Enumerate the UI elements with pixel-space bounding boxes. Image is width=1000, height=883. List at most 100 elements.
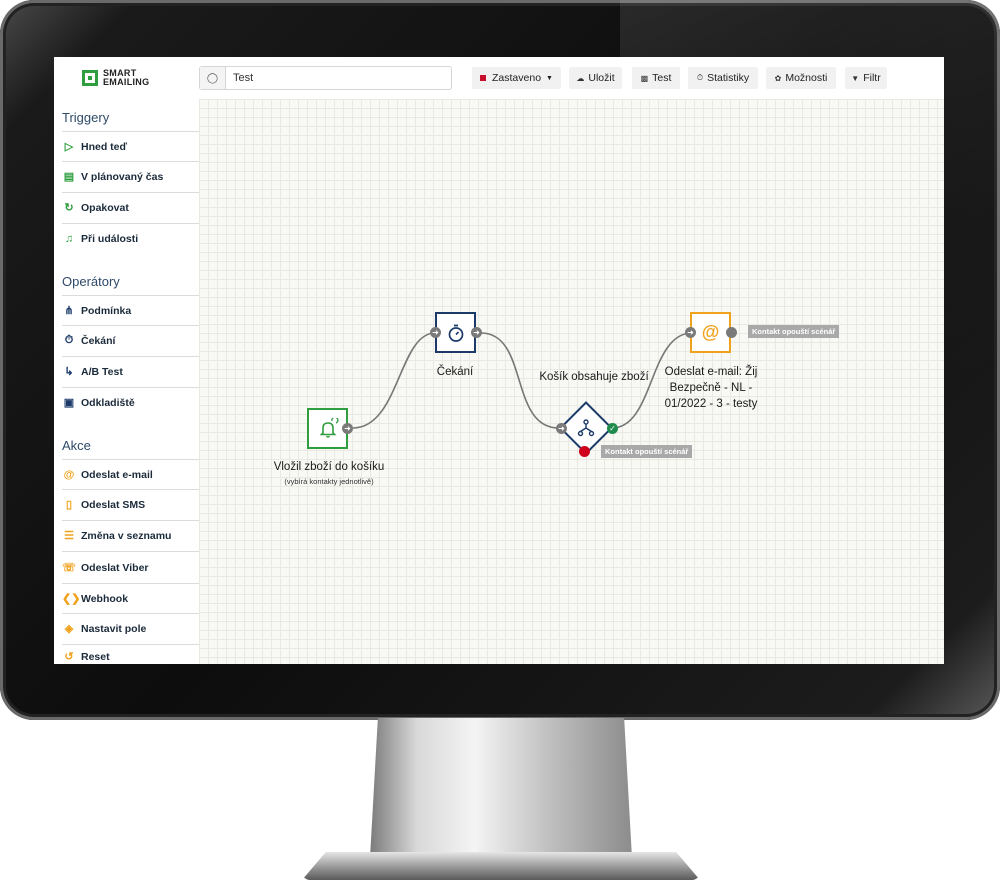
- sidebar-item-webhook[interactable]: ❮❯ Webhook: [62, 583, 199, 613]
- email-label: Odeslat e-mail: Žij Bezpečně - NL - 01/2…: [651, 364, 771, 412]
- sidebar-item-label: Nastavit pole: [81, 622, 147, 635]
- stopwatch-icon: ⏱: [64, 334, 74, 346]
- sidebar-item-label: Odeslat SMS: [81, 498, 146, 511]
- trigger-output-port[interactable]: ➜: [342, 423, 353, 434]
- statistics-label: Statistiky: [707, 72, 750, 84]
- sidebar-item-cekani[interactable]: ⏱ Čekání: [62, 325, 199, 355]
- stopwatch-icon: [448, 324, 463, 342]
- sidebar-item-label: Čekání: [81, 334, 116, 347]
- scenario-name-field: ◯: [199, 66, 452, 90]
- bell-icon: ♫: [64, 232, 74, 245]
- gear-icon: ✿: [774, 73, 782, 83]
- email-node[interactable]: @: [690, 312, 731, 353]
- filter-icon: ▼: [851, 73, 860, 83]
- sidebar-item-opakovat[interactable]: ↻ Opakovat: [62, 192, 199, 222]
- logo-mark-icon: [82, 70, 98, 86]
- wait-label: Čekání: [436, 366, 474, 378]
- sidebar-item-odeslat-sms[interactable]: ▯ Odeslat SMS: [62, 489, 199, 519]
- sidebar-item-odeslat-email[interactable]: @ Odeslat e-mail: [62, 459, 199, 489]
- sidebar-item-odeslat-viber[interactable]: ☏ Odeslat Viber: [62, 551, 199, 583]
- condition-no-port[interactable]: [579, 446, 590, 457]
- test-button[interactable]: ▩ Test: [632, 67, 680, 89]
- sidebar-item-label: Při události: [81, 232, 139, 245]
- tag-icon: ◈: [64, 623, 74, 635]
- options-label: Možnosti: [785, 72, 828, 84]
- reset-icon: ↺: [64, 651, 74, 663]
- sidebar-item-zmena-v-seznamu[interactable]: ☰ Změna v seznamu: [62, 520, 199, 550]
- email-label-line2: Bezpečně - NL -: [669, 382, 753, 394]
- app-screen: SMART EMAILING ◯ Zastaveno ▼ ☁ Uložit ▩ …: [54, 57, 944, 664]
- sidebar-item-label: Opakovat: [81, 201, 129, 214]
- play-icon: ▷: [64, 141, 74, 153]
- bell-icon: [319, 417, 338, 438]
- top-toolbar: SMART EMAILING ◯ Zastaveno ▼ ☁ Uložit ▩ …: [54, 57, 944, 99]
- connector-trigger-wait: [352, 332, 436, 429]
- trigger-label: Vložil zboží do košíku: [273, 461, 385, 473]
- sidebar-item-label: A/B Test: [81, 365, 123, 378]
- branch-icon: ⋔: [64, 305, 74, 317]
- filter-button[interactable]: ▼ Filtr: [845, 67, 887, 89]
- list-icon: ☰: [64, 530, 74, 542]
- viber-icon: ☏: [62, 562, 76, 574]
- sidebar-item-hned-ted[interactable]: ▷ Hned teď: [62, 131, 199, 161]
- status-dropdown-button[interactable]: Zastaveno ▼: [472, 67, 561, 89]
- sidebar-item-pri-udalosti[interactable]: ♫ Při události: [62, 223, 199, 253]
- statistics-button[interactable]: ⏱ Statistiky: [688, 67, 758, 89]
- stop-icon: [480, 75, 487, 81]
- wait-input-port[interactable]: ➜: [430, 327, 441, 338]
- wait-output-port[interactable]: ➜: [471, 327, 482, 338]
- sidebar-item-label: Odeslat e-mail: [81, 468, 153, 481]
- sidebar-item-label: V plánovaný čas: [81, 170, 164, 183]
- trigger-sublabel: (vybírá kontakty jednotlivě): [284, 477, 374, 486]
- cloud-upload-icon: ☁: [576, 73, 585, 83]
- section-title-triggers: Triggery: [62, 110, 110, 125]
- sidebar-item-v-planovany-cas[interactable]: ▤ V plánovaný čas: [62, 161, 199, 191]
- flow-canvas[interactable]: ➜ Vložil zboží do košíku (vybírá kontakt…: [199, 99, 944, 664]
- sidebar-item-odkladiste[interactable]: ▣ Odkladiště: [62, 387, 199, 417]
- at-icon: @: [63, 468, 75, 481]
- save-button[interactable]: ☁ Uložit: [569, 67, 622, 89]
- wait-node[interactable]: [435, 312, 476, 353]
- sidebar-item-label: Odeslat Viber: [81, 561, 149, 574]
- scenario-name-input[interactable]: [226, 71, 435, 85]
- split-icon: ↳: [64, 366, 74, 378]
- at-icon: @: [701, 322, 720, 342]
- email-input-port[interactable]: ➜: [685, 327, 696, 338]
- sidebar-item-label: Odkladiště: [81, 396, 135, 409]
- condition-yes-port-check-icon[interactable]: ✓: [607, 423, 618, 434]
- calendar-icon: ▤: [63, 171, 75, 183]
- sidebar-item-nastavit-pole[interactable]: ◈ Nastavit pole: [62, 613, 199, 643]
- repeat-icon: ↻: [64, 202, 74, 214]
- sidebar: Triggery ▷ Hned teď ▤ V plánovaný čas ↻ …: [54, 99, 199, 664]
- options-button[interactable]: ✿ Možnosti: [766, 67, 836, 89]
- webhook-icon: ❮❯: [62, 593, 81, 605]
- logo: SMART EMAILING: [82, 67, 149, 89]
- filter-label: Filtr: [863, 72, 881, 84]
- sidebar-item-podminka[interactable]: ⋔ Podmínka: [62, 295, 199, 325]
- email-label-line1: Odeslat e-mail: Žij: [664, 366, 758, 378]
- sidebar-item-label: Podmínka: [81, 304, 132, 317]
- sidebar-item-label: Webhook: [81, 592, 129, 605]
- branch-icon: [577, 419, 595, 437]
- archive-icon: ▣: [63, 397, 75, 409]
- logo-text-line2: EMAILING: [103, 77, 150, 87]
- condition-input-port[interactable]: ➜: [556, 423, 567, 434]
- section-title-actions: Akce: [62, 438, 91, 453]
- sidebar-item-reset[interactable]: ↺ Reset: [62, 644, 199, 664]
- phone-icon: ▯: [65, 499, 73, 511]
- section-title-operators: Operátory: [62, 274, 120, 289]
- chevron-down-icon: ▼: [546, 74, 553, 82]
- email-output-port[interactable]: [726, 327, 737, 338]
- monitor-stand-base: [302, 852, 700, 880]
- tag-icon: ◯: [200, 67, 226, 89]
- status-label: Zastaveno: [492, 72, 542, 84]
- sidebar-item-label: Změna v seznamu: [81, 529, 172, 542]
- sidebar-item-ab-test[interactable]: ↳ A/B Test: [62, 356, 199, 386]
- flask-icon: ▩: [640, 73, 649, 83]
- sidebar-item-label: Reset: [81, 651, 110, 663]
- monitor-stand-neck: [370, 718, 632, 858]
- condition-exit-tag: Kontakt opouští scénář: [601, 445, 693, 458]
- email-label-line3: 01/2022 - 3 - testy: [664, 398, 758, 410]
- email-exit-tag: Kontakt opouští scénář: [748, 325, 840, 338]
- test-label: Test: [652, 72, 672, 84]
